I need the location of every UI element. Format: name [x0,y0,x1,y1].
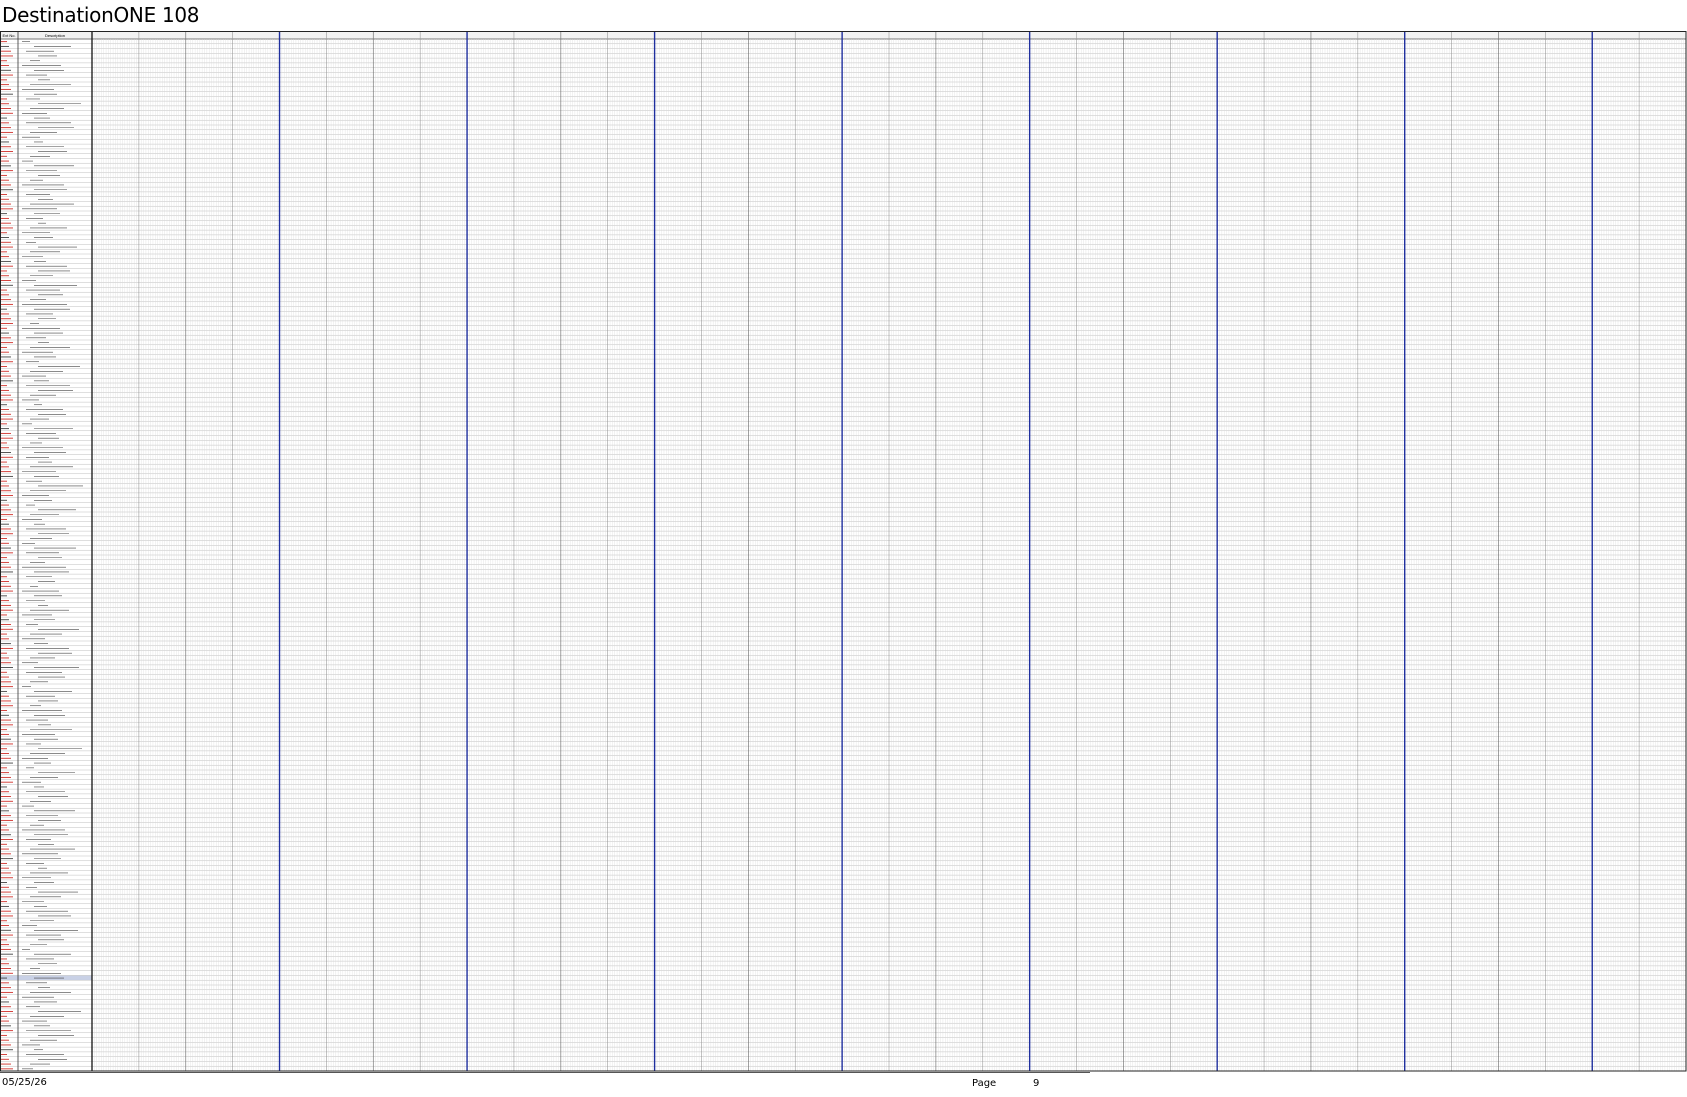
header-description: Description [45,33,65,38]
footer-page-label: Page [972,1078,997,1089]
footer-rule [0,1072,1090,1073]
header-ext-no: Ext No. [2,33,15,38]
table-header [0,31,1687,40]
footer-page-number: 9 [1033,1078,1040,1089]
page-title: DestinationONE 108 [2,3,200,27]
schedule-grid: Ext No. Description [0,31,1687,1072]
table-border [0,31,1687,1072]
footer-date: 05/25/26 [2,1077,47,1088]
